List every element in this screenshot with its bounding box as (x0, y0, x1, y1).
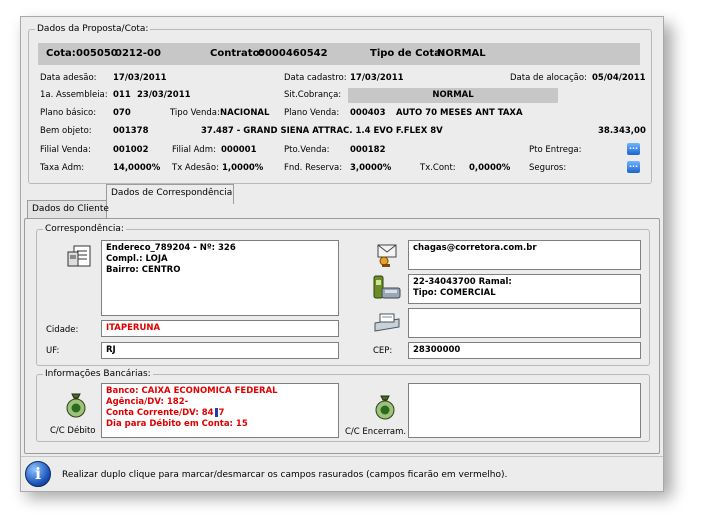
tx-adesao-label: Tx Adesão: (172, 163, 219, 173)
sit-cobranca-value: NORMAL (432, 90, 474, 100)
pto-entrega-button[interactable]: ... (627, 143, 640, 155)
pto-entrega-label: Pto Entrega: (529, 145, 582, 155)
agencia-line: Agência/DV: 182- (106, 397, 189, 407)
money-bag-icon (64, 390, 88, 418)
bancarias-legend: Informações Bancárias: (45, 369, 151, 379)
tipo-cota-value: NORMAL (437, 48, 486, 59)
tx-adesao-value: 1,0000% (222, 163, 264, 173)
tipo-venda-value: NACIONAL (220, 108, 270, 118)
footer-info-text: Realizar duplo clique para marcar/desmar… (62, 470, 508, 480)
endereco-line1: Endereco_789204 - Nº: 326 (106, 243, 236, 253)
contrato-label: Contrato: (210, 48, 264, 59)
endereco-line2: Compl.: LOJA (106, 254, 168, 264)
plano-venda-label: Plano Venda: (284, 108, 340, 118)
cc-debito-label: C/C Débito (50, 426, 96, 436)
cc-encerram-box[interactable] (408, 383, 641, 438)
assembleia-label: 1a. Assembleia: (40, 90, 108, 100)
filial-venda-label: Filial Venda: (40, 145, 91, 155)
email-icon (372, 242, 402, 268)
sit-cobranca-label: Sit.Cobrança: (284, 90, 342, 100)
tx-cont-value: 0,0000% (469, 163, 511, 173)
address-book-icon (66, 244, 94, 270)
conta-line: Conta Corrente/DV: 84 7 (106, 408, 334, 419)
data-adesao-label: Data adesão: (40, 73, 97, 83)
plano-venda-code: 000403 (350, 108, 386, 118)
sit-cobranca-box: NORMAL (348, 88, 558, 103)
conta-cursor (214, 408, 218, 417)
correspondencia-legend: Correspondência: (45, 224, 124, 234)
conta-value: Conta Corrente/DV: 84 (106, 408, 214, 418)
data-cadastro-value: 17/03/2011 (350, 73, 404, 83)
fnd-reserva-label: Fnd. Reserva: (284, 163, 343, 173)
cidade-field[interactable]: ITAPERUNA (101, 320, 339, 337)
filial-adm-label: Filial Adm: (172, 145, 216, 155)
phone-icon (370, 272, 402, 302)
bem-objeto-label: Bem objeto: (40, 126, 92, 136)
pto-venda-value: 000182 (350, 145, 386, 155)
cep-label: CEP: (373, 346, 393, 356)
tab-dados-cliente[interactable]: Dados do Cliente (27, 200, 109, 218)
data-adesao-value: 17/03/2011 (113, 73, 167, 83)
dia-debito-line: Dia para Débito em Conta: 15 (106, 419, 248, 429)
data-alocacao-value: 05/04/2011 (592, 73, 646, 83)
data-alocacao-label: Data de alocação: (510, 73, 587, 83)
endereco-line3: Bairro: CENTRO (106, 265, 181, 275)
cidade-label: Cidade: (46, 325, 79, 335)
telefone-line1: 22-34043700 Ramal: (413, 277, 512, 287)
cota-label: Cota: (46, 48, 76, 59)
banco-line: Banco: CAIXA ECONOMICA FEDERAL (106, 386, 278, 396)
contrato-value: 0000460542 (258, 48, 328, 59)
footer-divider (21, 456, 663, 457)
money-bag-encerram-icon (373, 392, 397, 420)
telefone-box[interactable]: 22-34043700 Ramal: Tipo: COMERCIAL (408, 274, 641, 304)
pto-venda-label: Pto.Venda: (284, 145, 330, 155)
bem-objeto-code: 001378 (113, 126, 149, 136)
fnd-reserva-value: 3,0000% (350, 163, 392, 173)
conta-tail: 7 (218, 408, 225, 418)
email-field[interactable]: chagas@corretora.com.br (408, 240, 641, 270)
tx-cont-label: Tx.Cont: (420, 163, 456, 173)
plano-basico-label: Plano básico: (40, 108, 97, 118)
assembleia-num: 011 (113, 90, 131, 100)
data-cadastro-label: Data cadastro: (284, 73, 347, 83)
bem-objeto-desc: 37.487 - GRAND SIENA ATTRAC. 1.4 EVO F.F… (201, 126, 443, 136)
info-icon: i (25, 461, 51, 487)
seguros-label: Seguros: (529, 163, 567, 173)
filial-adm-value: 000001 (221, 145, 257, 155)
seguros-button[interactable]: ... (627, 161, 640, 173)
tipo-cota-label: Tipo de Cota: (370, 48, 445, 59)
tab-dados-correspondencia[interactable]: Dados de Correspondência (106, 184, 234, 204)
proposal-legend: Dados da Proposta/Cota: (37, 24, 149, 34)
fax-field[interactable] (408, 308, 641, 338)
cota-suffix: 0212-00 (115, 48, 161, 59)
telefone-line2: Tipo: COMERCIAL (413, 288, 496, 298)
uf-label: UF: (46, 346, 60, 356)
assembleia-date: 23/03/2011 (137, 90, 191, 100)
tipo-venda-label: Tipo Venda: (170, 108, 220, 118)
plano-basico-value: 070 (113, 108, 131, 118)
cota-value: 005050 (76, 48, 118, 59)
cep-field[interactable]: 28300000 (408, 342, 641, 359)
uf-field[interactable]: RJ (101, 342, 339, 359)
fax-icon (372, 311, 402, 333)
taxa-adm-label: Taxa Adm: (40, 163, 85, 173)
filial-venda-value: 001002 (113, 145, 149, 155)
taxa-adm-value: 14,0000% (113, 163, 161, 173)
bem-objeto-valor: 38.343,00 (598, 126, 646, 136)
endereco-box[interactable]: Endereco_789204 - Nº: 326 Compl.: LOJA B… (101, 240, 339, 316)
cc-encerram-label: C/C Encerram. (345, 427, 407, 437)
banco-debito-box[interactable]: Banco: CAIXA ECONOMICA FEDERAL Agência/D… (101, 383, 339, 438)
plano-venda-desc: AUTO 70 MESES ANT TAXA (396, 108, 523, 118)
